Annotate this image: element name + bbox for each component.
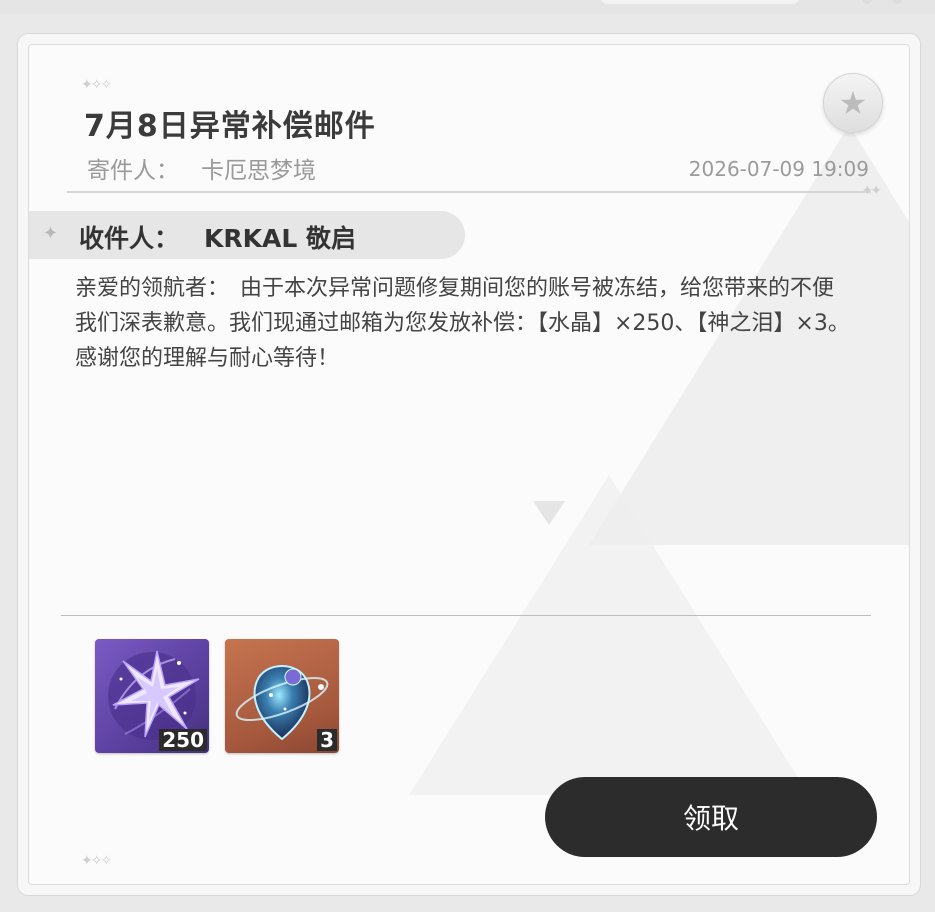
header-divider <box>67 191 871 193</box>
mail-title: 7月8日异常补偿邮件 <box>84 109 376 144</box>
sender-label: 寄件人： <box>87 158 179 184</box>
mail-body: 亲爱的领航者： 由于本次异常问题修复期间您的账号被冻结，给您带来的不便我们深表歉… <box>75 276 850 371</box>
favorite-button[interactable]: ★ <box>823 73 883 133</box>
recipient-banner: ✦ 收件人： KRKAL 敬启 <box>29 211 465 259</box>
sparkle-icon: ✦ <box>43 223 59 244</box>
attachment-quantity: 3 <box>317 729 337 751</box>
attachment-tear-of-god[interactable]: 3 <box>225 639 339 753</box>
attachments-divider <box>61 615 871 616</box>
top-dot <box>892 0 902 4</box>
top-strip <box>0 0 935 14</box>
bg-triangle <box>409 475 809 795</box>
star-icon: ★ <box>838 84 868 122</box>
attachment-crystal[interactable]: 250 <box>95 639 209 753</box>
mail-panel: ✦✧✧ 7月8日异常补偿邮件 寄件人： 卡厄思梦境 2026-07-09 19:… <box>28 44 910 885</box>
mail-datetime: 2026-07-09 19:09 <box>688 157 869 181</box>
divider-diamond-icon: ✦✦ <box>861 183 883 199</box>
top-search-bar[interactable] <box>600 0 800 4</box>
recipient-label: 收件人： <box>79 224 180 253</box>
top-dot <box>862 0 872 4</box>
recipient-name: KRKAL 敬启 <box>204 224 356 253</box>
decor-stars-icon: ✦✧✧ <box>81 853 112 869</box>
mail-card: ✦✧✧ 7月8日异常补偿邮件 寄件人： 卡厄思梦境 2026-07-09 19:… <box>18 34 920 895</box>
bg-triangle <box>533 501 565 525</box>
decor-stars-icon: ✦✧✧ <box>81 77 112 93</box>
attachment-quantity: 250 <box>159 729 207 751</box>
claim-button[interactable]: 领取 <box>545 777 877 857</box>
sender-name: 卡厄思梦境 <box>201 158 316 184</box>
